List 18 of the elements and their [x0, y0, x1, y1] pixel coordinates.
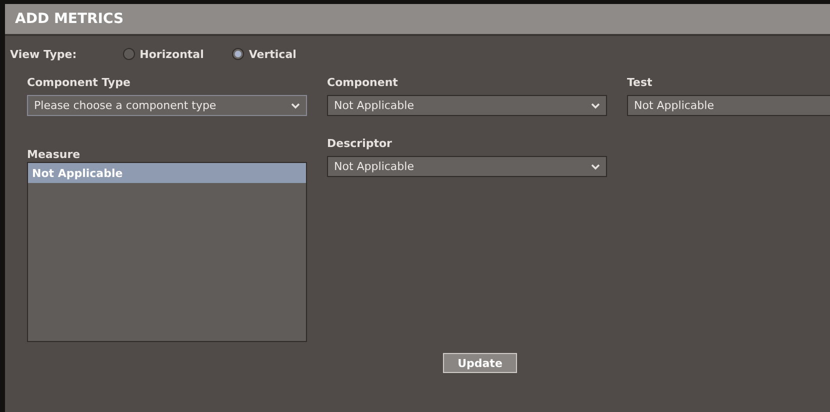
window-title: ADD METRICS	[15, 11, 124, 27]
field-label: Descriptor	[327, 137, 393, 152]
field-label: Component Type	[27, 76, 132, 91]
list-item[interactable]: Not Applicable	[28, 163, 306, 183]
dropdown[interactable]: Not Applicable	[327, 156, 607, 177]
dropdown[interactable]: Not Applicable	[627, 95, 830, 116]
chevron-down-icon	[291, 102, 300, 108]
field-label: View Type:	[10, 48, 77, 60]
update-button[interactable]: Update	[443, 353, 517, 373]
field-label: Component	[327, 76, 399, 91]
chevron-down-icon	[591, 102, 600, 108]
field-label: Measure	[27, 148, 82, 163]
dropdown[interactable]: Please choose a component type	[27, 95, 307, 116]
field-label: Test	[627, 76, 654, 91]
radio-option[interactable]: Vertical	[232, 48, 296, 60]
radio-option[interactable]: Horizontal	[122, 48, 204, 60]
dropdown[interactable]: Not Applicable	[327, 95, 607, 116]
chevron-down-icon	[591, 164, 600, 170]
